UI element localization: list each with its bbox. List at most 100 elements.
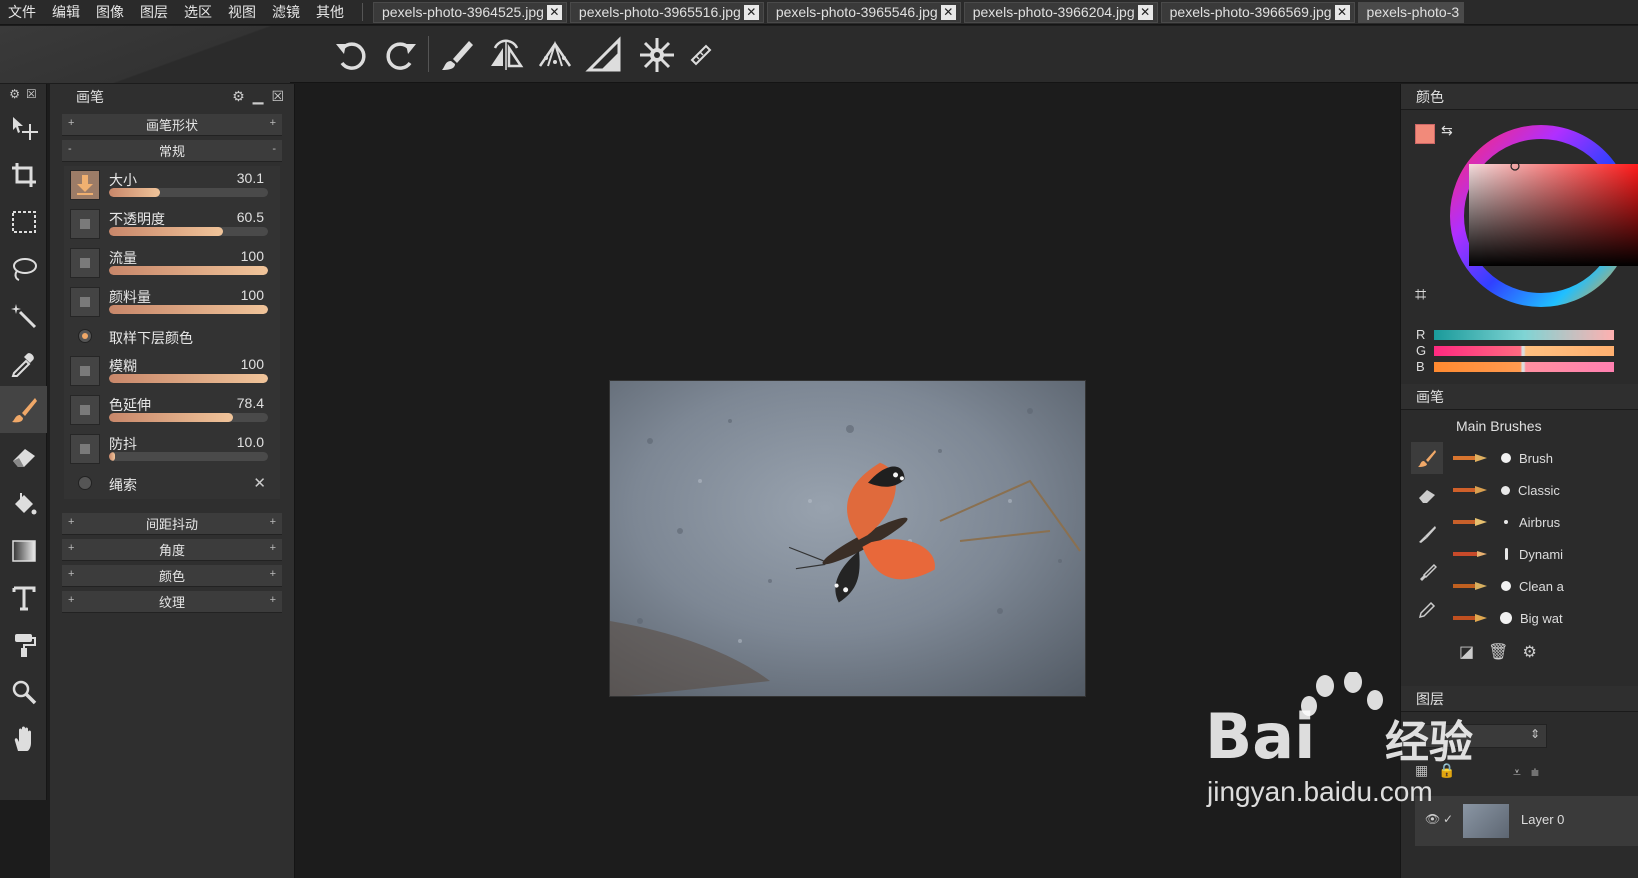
brush-item[interactable]: Dynami	[1453, 538, 1638, 570]
section-texture[interactable]: + 纹理 +	[62, 591, 282, 613]
brush-category-effect[interactable]	[1411, 556, 1443, 588]
menu-view[interactable]: 视图	[220, 0, 264, 25]
blur-slider[interactable]: 模糊 100	[64, 352, 280, 391]
doc-tab-active[interactable]: pexels-photo-3	[1357, 1, 1465, 23]
brush-item[interactable]: Clean a	[1453, 570, 1638, 602]
doc-tab[interactable]: pexels-photo-3964525.jpg ✕	[373, 1, 567, 23]
eyedropper-tool[interactable]	[0, 339, 47, 386]
menu-layer[interactable]: 图层	[132, 0, 176, 25]
close-icon[interactable]: ✕	[743, 4, 759, 20]
slider-track[interactable]	[109, 227, 268, 236]
channel-slider[interactable]	[1434, 329, 1614, 340]
doc-tab[interactable]: pexels-photo-3965546.jpg ✕	[766, 1, 961, 23]
gear-icon[interactable]: ⚙	[9, 87, 20, 101]
rect-select-tool[interactable]	[0, 198, 47, 245]
document-image[interactable]	[609, 380, 1086, 697]
slider-track[interactable]	[109, 413, 268, 422]
size-slider[interactable]: 大小 30.1	[64, 166, 280, 205]
section-general[interactable]: - 常规 -	[62, 140, 282, 162]
pressure-toggle[interactable]	[70, 248, 100, 278]
menu-edit[interactable]: 编辑	[44, 0, 88, 25]
magic-wand-tool[interactable]	[0, 292, 47, 339]
doc-tab[interactable]: pexels-photo-3966569.jpg ✕	[1160, 1, 1355, 23]
opacity-slider[interactable]: 不透明度 60.5	[64, 205, 280, 244]
pressure-toggle[interactable]	[70, 356, 100, 386]
zoom-tool[interactable]	[0, 668, 47, 715]
slider-track[interactable]	[109, 305, 268, 314]
brush-category-paint[interactable]	[1411, 442, 1443, 474]
menu-file[interactable]: 文件	[0, 0, 44, 25]
pencil-ruler-icon[interactable]	[680, 34, 722, 76]
redo-icon[interactable]	[379, 34, 421, 76]
blue-channel[interactable]: B	[1416, 359, 1614, 374]
rope-option[interactable]: 绳索 ✕	[64, 469, 280, 499]
flatten-icon[interactable]: ⩧	[1531, 764, 1539, 781]
brush-item[interactable]: Classic	[1453, 474, 1638, 506]
gradient-tool[interactable]	[0, 527, 47, 574]
brush-category-smudge[interactable]	[1411, 518, 1443, 550]
sample-below-radio[interactable]	[78, 329, 92, 343]
mandala-icon[interactable]	[636, 34, 678, 76]
doc-tab[interactable]: pexels-photo-3965516.jpg ✕	[569, 1, 764, 23]
eye-icon[interactable]: 👁	[1425, 812, 1440, 826]
pressure-toggle[interactable]	[70, 170, 100, 200]
text-tool[interactable]	[0, 574, 47, 621]
brush-item[interactable]: Brush	[1453, 442, 1638, 474]
section-angle[interactable]: + 角度 +	[62, 539, 282, 561]
pressure-toggle[interactable]	[70, 434, 100, 464]
smudge-tool[interactable]	[0, 621, 47, 668]
close-icon[interactable]: ✕	[546, 4, 562, 20]
close-icon[interactable]: ☒	[271, 88, 284, 105]
brush-category-pencil[interactable]	[1411, 594, 1443, 626]
canvas-area[interactable]	[298, 84, 1398, 878]
symmetry-icon[interactable]	[485, 34, 527, 76]
pressure-toggle[interactable]	[70, 395, 100, 425]
lasso-tool[interactable]	[0, 245, 47, 292]
rope-radio[interactable]	[78, 476, 92, 490]
slider-track[interactable]	[109, 374, 268, 383]
color-wheel[interactable]	[1423, 122, 1638, 312]
brush-icon[interactable]	[436, 34, 478, 76]
menu-other[interactable]: 其他	[308, 0, 352, 25]
pressure-toggle[interactable]	[70, 287, 100, 317]
green-channel[interactable]: G	[1416, 343, 1614, 358]
ruler-icon[interactable]	[583, 34, 625, 76]
section-spacing-jitter[interactable]: + 间距抖动 +	[62, 513, 282, 535]
fill-tool[interactable]	[0, 480, 47, 527]
lock-alpha-icon[interactable]: ▦	[1415, 762, 1428, 779]
close-icon[interactable]: ✕	[1334, 4, 1350, 20]
crop-tool[interactable]	[0, 151, 47, 198]
wrench-icon[interactable]: ✕	[253, 474, 266, 492]
slider-track[interactable]	[109, 188, 268, 197]
channel-slider[interactable]	[1434, 345, 1614, 356]
move-tool[interactable]	[0, 104, 47, 151]
brush-item[interactable]: Airbrus	[1453, 506, 1638, 538]
perspective-icon[interactable]	[534, 34, 576, 76]
flow-slider[interactable]: 流量 100	[64, 244, 280, 283]
new-brush-icon[interactable]: ◪	[1459, 642, 1474, 662]
section-color[interactable]: + 颜色 +	[62, 565, 282, 587]
lock-icon[interactable]: 🔒	[1438, 762, 1455, 779]
doc-tab[interactable]: pexels-photo-3966204.jpg ✕	[963, 1, 1158, 23]
gear-icon[interactable]: ⚙	[1522, 642, 1536, 662]
slider-track[interactable]	[109, 452, 268, 461]
channel-slider[interactable]	[1434, 361, 1614, 372]
brush-category-eraser[interactable]	[1411, 480, 1443, 512]
close-icon[interactable]: ✕	[940, 4, 956, 20]
color-stretch-slider[interactable]: 色延伸 78.4	[64, 391, 280, 430]
slider-track[interactable]	[109, 266, 268, 275]
sample-below-option[interactable]: 取样下层颜色	[64, 322, 280, 352]
close-icon[interactable]: ☒	[26, 87, 37, 101]
close-icon[interactable]: ✕	[1137, 4, 1153, 20]
brush-tool[interactable]	[0, 386, 47, 433]
red-channel[interactable]: R	[1416, 327, 1614, 342]
minimize-icon[interactable]: ▁	[253, 88, 264, 105]
gear-icon[interactable]: ⚙	[232, 88, 245, 105]
blend-mode-select[interactable]: ⇕	[1419, 724, 1547, 748]
merge-down-icon[interactable]: ⩡	[1513, 764, 1521, 781]
eraser-tool[interactable]	[0, 433, 47, 480]
layer-row[interactable]: 👁 ✓ Layer 0	[1415, 796, 1638, 846]
menu-select[interactable]: 选区	[176, 0, 220, 25]
stabilizer-slider[interactable]: 防抖 10.0	[64, 430, 280, 469]
menu-image[interactable]: 图像	[88, 0, 132, 25]
